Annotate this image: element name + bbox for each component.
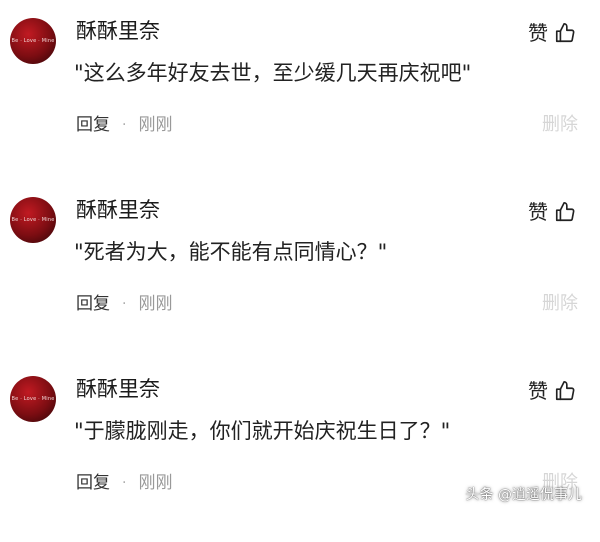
like-button[interactable]: 赞 xyxy=(528,18,576,48)
separator-dot: · xyxy=(122,117,127,133)
delete-button[interactable]: 删除 xyxy=(542,291,578,317)
thumbs-up-icon xyxy=(555,381,575,401)
comment-text: "这么多年好友去世，至少缓几天再庆祝吧" xyxy=(74,61,472,85)
avatar-text: Be · Love · Mine xyxy=(11,396,55,402)
username[interactable]: 酥酥里奈 xyxy=(76,195,160,225)
comment-text: "死者为大，能不能有点同情心？" xyxy=(74,240,388,264)
like-label: 赞 xyxy=(528,379,548,403)
comment-item: Be · Love · Mine 酥酥里奈 赞 "死者为大，能不能有点同情心？"… xyxy=(0,195,600,363)
thumbs-up-icon xyxy=(555,23,575,43)
comment-item: Be · Love · Mine 酥酥里奈 赞 "这么多年好友去世，至少缓几天再… xyxy=(0,16,600,184)
reply-button[interactable]: 回复 xyxy=(76,112,110,138)
avatar[interactable]: Be · Love · Mine xyxy=(10,376,56,422)
comment-meta: 回复 · 刚刚 xyxy=(76,112,172,138)
timestamp: 刚刚 xyxy=(138,115,173,135)
thumbs-up-icon xyxy=(555,202,575,222)
comment-item: Be · Love · Mine 酥酥里奈 赞 "于朦胧刚走，你们就开始庆祝生日… xyxy=(0,374,600,542)
separator-dot: · xyxy=(122,475,127,491)
separator-dot: · xyxy=(122,296,127,312)
like-button[interactable]: 赞 xyxy=(528,197,576,227)
comment-meta: 回复 · 刚刚 xyxy=(76,470,172,496)
username[interactable]: 酥酥里奈 xyxy=(76,16,160,46)
avatar[interactable]: Be · Love · Mine xyxy=(10,18,56,64)
like-label: 赞 xyxy=(528,21,548,45)
avatar[interactable]: Be · Love · Mine xyxy=(10,197,56,243)
comment-meta: 回复 · 刚刚 xyxy=(76,291,172,317)
comment-text: "于朦胧刚走，你们就开始庆祝生日了？" xyxy=(74,419,451,443)
like-label: 赞 xyxy=(528,200,548,224)
timestamp: 刚刚 xyxy=(138,473,173,493)
timestamp: 刚刚 xyxy=(138,294,173,314)
avatar-text: Be · Love · Mine xyxy=(11,217,55,223)
avatar-text: Be · Love · Mine xyxy=(11,38,55,44)
delete-button[interactable]: 删除 xyxy=(542,112,578,138)
like-button[interactable]: 赞 xyxy=(528,376,576,406)
username[interactable]: 酥酥里奈 xyxy=(76,374,160,404)
reply-button[interactable]: 回复 xyxy=(76,470,110,496)
reply-button[interactable]: 回复 xyxy=(76,291,110,317)
watermark: 头条 @逍遥侃事儿 xyxy=(465,487,582,503)
